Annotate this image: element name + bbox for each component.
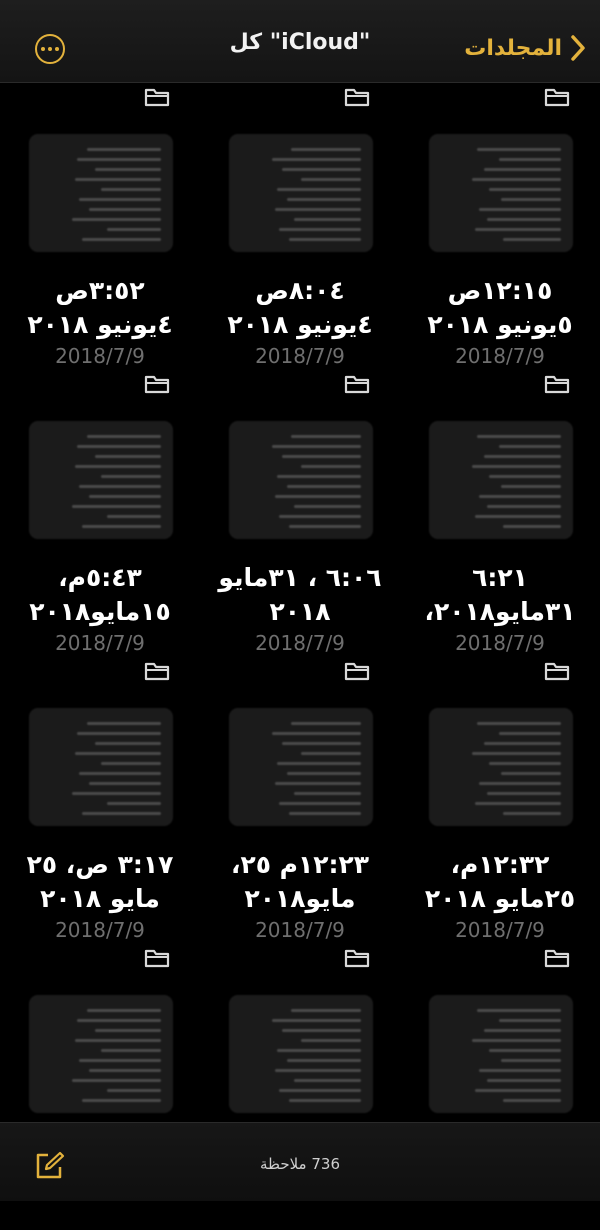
note-modified-date: 2018/7/9 [455, 344, 545, 368]
more-options-icon[interactable] [35, 34, 65, 64]
note-thumbnail [29, 708, 173, 826]
folder-icon [144, 661, 170, 681]
note-caption: ١٢:٣٢م، ٢٥مايو ٢٠١٨ 2018/7/9 [400, 848, 600, 944]
note-modified-date: 2018/7/9 [255, 631, 345, 655]
note-time: ٨:٠٤ص [255, 276, 345, 305]
note-time: ٣:٥٢ص [55, 276, 145, 305]
note-date-text: ٣١مايو٢٠١٨، [424, 597, 576, 626]
note-time: ٦:٠٦ ، ٣١مايو [218, 563, 382, 592]
note-modified-date: 2018/7/9 [455, 918, 545, 942]
folder-icon [144, 374, 170, 394]
note-caption: ٨:٠٤ص ٤يونيو ٢٠١٨ 2018/7/9 [200, 274, 400, 370]
note-time: ١٢:٢٣م ٢٥، [230, 850, 370, 879]
note-date-text: مايو ٢٠١٨ [40, 884, 160, 913]
note-caption: ٣:٥٢ص ٤يونيو ٢٠١٨ 2018/7/9 [0, 274, 200, 370]
note-date-text: ٤يونيو ٢٠١٨ [27, 310, 173, 339]
note-thumbnail [229, 421, 373, 539]
folder-icon [344, 87, 370, 107]
bottom-toolbar: 736 ملاحظة [0, 1122, 600, 1201]
note-modified-date: 2018/7/9 [255, 918, 345, 942]
note-time: ٥:٤٣م، [58, 563, 142, 592]
note-date-text: ٢٥مايو ٢٠١٨ [424, 884, 576, 913]
folder-icon [544, 87, 570, 107]
note-modified-date: 2018/7/9 [55, 344, 145, 368]
note-thumbnail [429, 421, 573, 539]
note-thumbnail [229, 134, 373, 252]
folder-icon [344, 374, 370, 394]
note-card[interactable]: ٣:١٧ ص، ٢٥ مايو ٢٠١٨ 2018/7/9 [0, 656, 200, 943]
note-card[interactable]: ٥:٤٣م، ١٥مايو٢٠١٨ 2018/7/9 [0, 369, 200, 656]
note-card[interactable]: ١٢:٣٢م، ٢٥مايو ٢٠١٨ 2018/7/9 [400, 656, 600, 943]
note-time: ٦:٢١ [472, 563, 528, 592]
note-caption: ٣:١٧ ص، ٢٥ مايو ٢٠١٨ 2018/7/9 [0, 848, 200, 944]
folder-icon [344, 661, 370, 681]
note-modified-date: 2018/7/9 [55, 918, 145, 942]
note-time: ١٢:١٥ص [447, 276, 553, 305]
folder-icon [344, 948, 370, 968]
note-thumbnail [29, 421, 173, 539]
folder-icon [544, 374, 570, 394]
note-caption: ٦:٢١ ٣١مايو٢٠١٨، 2018/7/9 [400, 561, 600, 657]
note-date-text: مايو٢٠١٨ [244, 884, 356, 913]
note-time: ٣:١٧ ص، ٢٥ [26, 850, 174, 879]
note-date-text: ٥يونيو ٢٠١٨ [427, 310, 573, 339]
note-modified-date: 2018/7/9 [55, 631, 145, 655]
notes-count: 736 ملاحظة [259, 1155, 340, 1173]
note-thumbnail [429, 134, 573, 252]
page-title: كل "iCloud" [229, 30, 371, 55]
folder-icon [544, 948, 570, 968]
note-caption: ٦:٠٦ ، ٣١مايو ٢٠١٨ 2018/7/9 [200, 561, 400, 657]
navigation-bar: المجلدات كل "iCloud" [0, 0, 600, 83]
note-caption: ١٢:١٥ص ٥يونيو ٢٠١٨ 2018/7/9 [400, 274, 600, 370]
note-thumbnail [429, 995, 573, 1113]
note-date-text: ٢٠١٨ [269, 597, 331, 626]
note-thumbnail [229, 708, 373, 826]
note-thumbnail [429, 708, 573, 826]
note-date-text: ٤يونيو ٢٠١٨ [227, 310, 373, 339]
note-thumbnail [229, 995, 373, 1113]
note-thumbnail [29, 134, 173, 252]
note-modified-date: 2018/7/9 [455, 631, 545, 655]
note-modified-date: 2018/7/9 [255, 344, 345, 368]
note-card[interactable]: ٨:٠٤ص ٤يونيو ٢٠١٨ 2018/7/9 [200, 82, 400, 369]
folder-icon [144, 948, 170, 968]
note-date-text: ١٥مايو٢٠١٨ [29, 597, 171, 626]
note-card[interactable]: ٦:٠٦ ، ٣١مايو ٢٠١٨ 2018/7/9 [200, 369, 400, 656]
note-card[interactable]: ٦:٢١ ٣١مايو٢٠١٨، 2018/7/9 [400, 369, 600, 656]
note-card[interactable]: ١٢:١٥ص ٥يونيو ٢٠١٨ 2018/7/9 [400, 82, 600, 369]
note-thumbnail [29, 995, 173, 1113]
note-caption: ٥:٤٣م، ١٥مايو٢٠١٨ 2018/7/9 [0, 561, 200, 657]
folder-icon [544, 661, 570, 681]
folder-icon [144, 87, 170, 107]
note-caption: ١٢:٢٣م ٢٥، مايو٢٠١٨ 2018/7/9 [200, 848, 400, 944]
note-card[interactable]: ١٢:٢٣م ٢٥، مايو٢٠١٨ 2018/7/9 [200, 656, 400, 943]
notes-gallery: ٣:٥٢ص ٤يونيو ٢٠١٨ 2018/7/9 ٨:٠٤ص ٤يونيو ٢٠١٨… [0, 82, 600, 1230]
note-card[interactable]: ٣:٥٢ص ٤يونيو ٢٠١٨ 2018/7/9 [0, 82, 200, 369]
note-time: ١٢:٣٢م، [450, 850, 550, 879]
